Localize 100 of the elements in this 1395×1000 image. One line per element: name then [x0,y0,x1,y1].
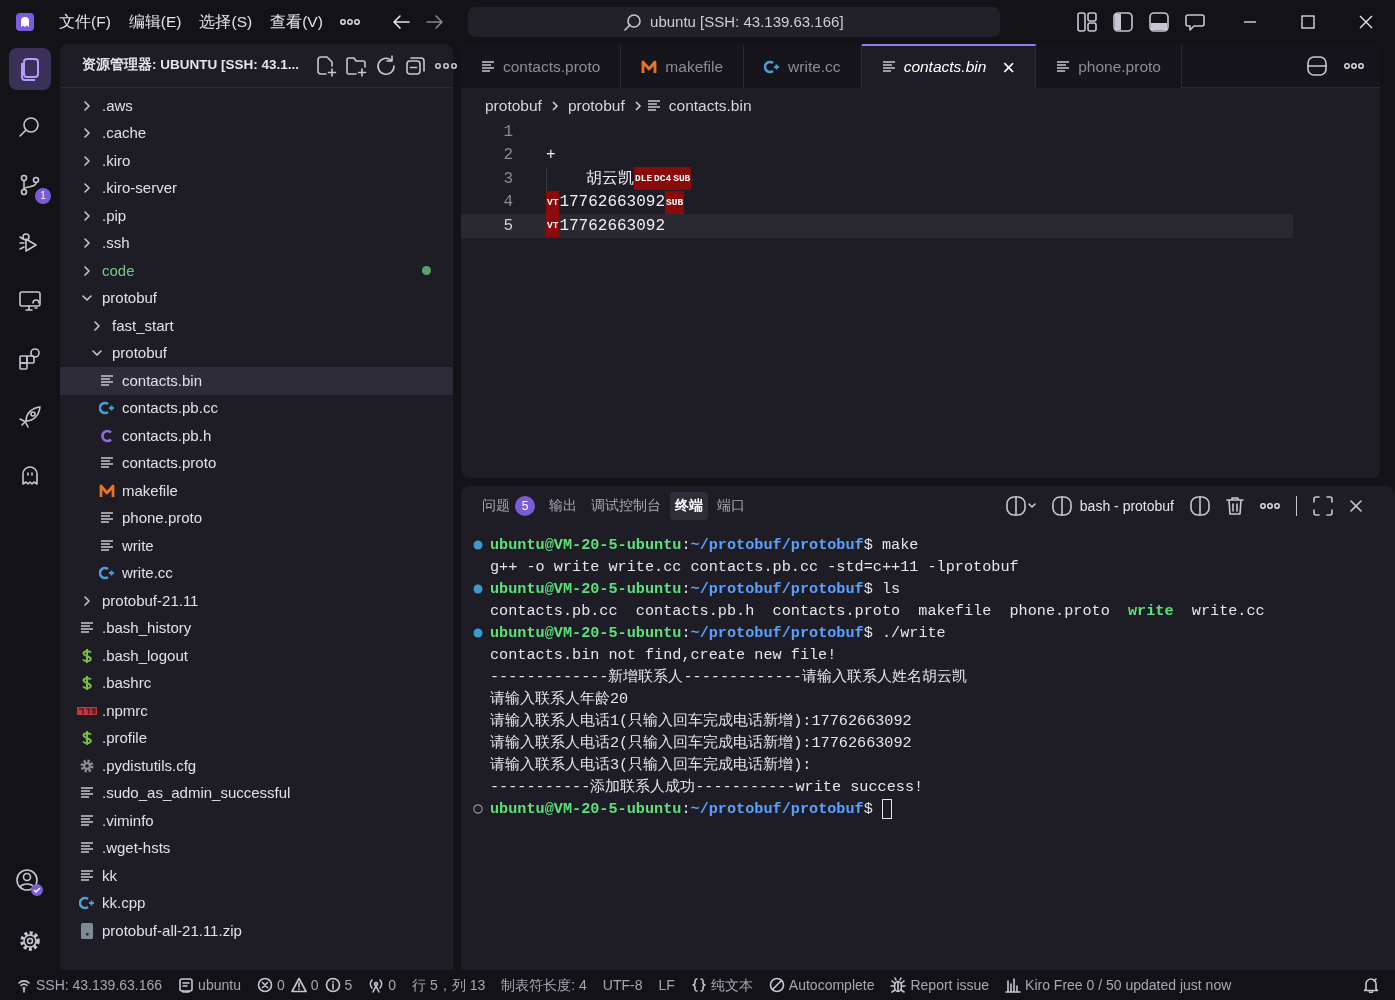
breadcrumb-item[interactable]: protobuf [485,94,542,118]
chevron-right-icon [81,264,93,277]
trash-icon[interactable] [1226,496,1244,516]
tree-item[interactable]: contacts.bin [60,367,453,395]
split-terminal-icon[interactable] [1190,496,1210,516]
tree-item[interactable]: .aws [60,92,453,120]
tree-item[interactable]: makefile [60,477,453,505]
breadcrumb-item[interactable]: contacts.bin [668,94,752,118]
panel-tab[interactable]: 输出 [544,491,582,521]
terminal-line: g++ -o write write.cc contacts.pb.cc -std=c++11 -lprotobuf [490,556,1019,578]
forward-arrow-icon[interactable] [425,14,444,30]
panel-tab[interactable]: 问题 5 [477,491,540,521]
tree-item[interactable]: contacts.pb.h [60,422,453,450]
bar-chart-icon [1005,977,1022,993]
command-center-search[interactable]: ubuntu [SSH: 43.139.63.166] [467,7,1000,37]
tree-item[interactable]: .kiro-server [60,174,453,202]
tree-item[interactable]: contacts.proto [60,449,453,477]
status-item[interactable]: Kiro Free 0 / 50 updated just now [1005,974,1232,996]
status-item[interactable]: 0 [368,974,397,996]
close-icon[interactable] [1357,14,1375,30]
menu-item[interactable]: 查看(V) [261,6,332,38]
refresh-icon[interactable] [375,54,398,77]
terminal-instance[interactable]: bash - protobuf [1051,495,1174,517]
editor-tab[interactable]: write.cc [744,44,862,88]
terminal-split-icon [1051,496,1072,516]
split-editor-icon[interactable] [1306,54,1328,77]
panel-tab[interactable]: 调试控制台 [586,491,666,521]
status-item[interactable]: 0 [290,974,319,996]
tree-item[interactable]: protobuf [60,284,453,312]
menu-item[interactable]: 选择(S) [190,6,262,38]
tree-item[interactable]: .bashrc [60,669,453,697]
tree-item[interactable]: write.cc [60,559,453,587]
tree-item[interactable]: .pydistutils.cfg [60,752,453,780]
chat-bubble-icon[interactable] [1185,12,1205,32]
extensions-icon[interactable] [18,347,42,371]
monitor-icon[interactable] [18,289,42,313]
tree-item[interactable]: phone.proto [60,504,453,532]
layout-icon[interactable] [1077,12,1097,32]
menu-item[interactable]: 文件(F) [50,6,120,38]
tree-item[interactable]: .ssh [60,229,453,257]
status-item[interactable]: Autocomplete [768,974,875,996]
tree-item[interactable]: protobuf-21.11 [60,587,453,615]
status-item[interactable]: UTF-8 [602,974,643,996]
tree-item[interactable]: .bash_logout [60,642,453,670]
more-icon[interactable] [339,19,360,25]
more-icon[interactable] [1260,503,1280,509]
collapse-all-icon[interactable] [405,54,428,77]
tree-item[interactable]: .kiro [60,147,453,175]
status-item[interactable]: 行 5，列 13 [412,974,486,996]
maximize-panel-icon[interactable] [1313,496,1333,516]
chevron-right-icon [81,154,93,167]
tree-item[interactable]: .cache [60,119,453,147]
activity-tab[interactable]: 1 [9,164,51,206]
tree-item[interactable]: .wget-hsts [60,834,453,862]
editor-tab[interactable]: contacts.bin × [861,44,1037,88]
back-arrow-icon[interactable] [391,14,410,30]
editor-tab[interactable]: makefile [621,44,745,88]
tree-item[interactable]: .bash_history [60,614,453,642]
search-icon[interactable] [18,115,42,139]
editor-tab[interactable]: contacts.proto [461,44,622,88]
maximize-icon[interactable] [1299,14,1317,30]
status-item[interactable]: SSH: 43.139.63.166 [16,974,163,996]
tree-item[interactable]: .viminfo [60,807,453,835]
sidebar-toggle-icon[interactable] [1113,12,1133,32]
more-icon[interactable] [1344,62,1364,69]
status-item[interactable]: 5 [324,974,353,996]
panel-toggle-icon[interactable] [1149,12,1169,32]
tree-item[interactable]: protobuf [60,339,453,367]
status-item[interactable]: 纯文本 [690,974,753,996]
status-item[interactable]: 制表符长度: 4 [501,974,587,996]
tree-item[interactable]: write [60,532,453,560]
tree-item[interactable]: code [60,257,453,285]
menu-item[interactable]: 编辑(E) [119,6,191,38]
panel-tab[interactable]: 端口 [712,491,750,521]
terminal-line: ubuntu@VM-20-5-ubuntu:~/protobuf/protobuf$ [490,798,874,820]
status-item[interactable]: ubuntu [178,974,241,996]
activity-tab[interactable] [9,48,51,90]
status-item[interactable]: Report issue [890,974,990,996]
editor-tab[interactable]: phone.proto [1036,44,1182,88]
status-item[interactable]: 0 [256,974,285,996]
tree-item[interactable]: .npmrc [60,697,453,725]
rocket-icon[interactable] [18,405,42,429]
status-item[interactable]: LF [658,974,675,996]
tree-item[interactable]: .profile [60,724,453,752]
tree-item[interactable]: .pip [60,202,453,230]
tree-item[interactable]: kk [60,862,453,890]
close-icon[interactable] [1349,499,1363,513]
new-file-icon[interactable] [315,54,338,77]
tree-item[interactable]: kk.cpp [60,889,453,917]
tree-item[interactable]: fast_start [60,312,453,340]
panel-tab[interactable]: 终端 [670,491,708,521]
tree-item[interactable]: protobuf-all-21.11.zip [60,917,453,945]
breadcrumb-item[interactable]: protobuf [567,94,625,118]
split-dropdown-icon[interactable] [1005,496,1036,516]
files-icon[interactable] [18,57,42,81]
new-folder-icon[interactable] [345,54,368,77]
code-text: 胡云凯 [586,168,634,190]
tree-item[interactable]: .sudo_as_admin_successful [60,779,453,807]
tree-item[interactable]: contacts.pb.cc [60,394,453,422]
bell-icon[interactable] [1363,977,1379,993]
